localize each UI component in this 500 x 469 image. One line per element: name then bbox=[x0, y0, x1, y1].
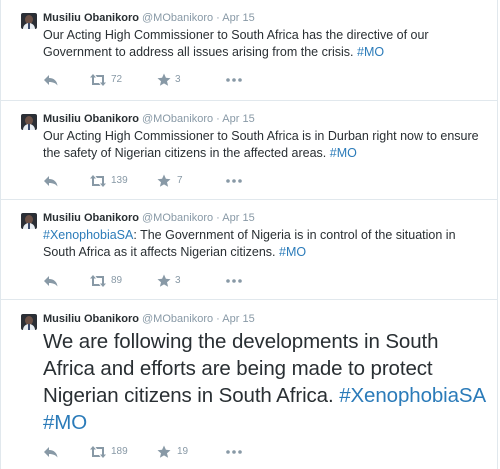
separator: · bbox=[216, 12, 220, 24]
tweet-header: Musiliu Obanikoro @MObanikoro · Apr 15 bbox=[43, 11, 255, 25]
reply-icon bbox=[44, 276, 58, 287]
timestamp[interactable]: Apr 15 bbox=[222, 212, 254, 224]
favorite-button[interactable] bbox=[157, 174, 171, 188]
hashtag-link[interactable]: #MO bbox=[357, 45, 384, 59]
tweet-timeline: Musiliu Obanikoro @MObanikoro · Apr 15 O… bbox=[0, 0, 498, 469]
tweet-text-body: Our Acting High Commissioner to South Af… bbox=[43, 129, 479, 160]
more-icon bbox=[226, 179, 242, 183]
avatar[interactable] bbox=[21, 213, 37, 229]
fullname[interactable]: Musiliu Obanikoro bbox=[43, 212, 139, 224]
tweet-text: #XenophobiaSA: The Government of Nigeria… bbox=[43, 227, 491, 261]
retweet-icon bbox=[90, 175, 106, 187]
favorite-button[interactable] bbox=[157, 445, 171, 459]
tweet[interactable]: Musiliu Obanikoro @MObanikoro · Apr 15 #… bbox=[1, 200, 497, 300]
timestamp[interactable]: Apr 15 bbox=[222, 12, 254, 24]
timestamp[interactable]: Apr 15 bbox=[222, 313, 254, 325]
reply-icon bbox=[44, 176, 58, 187]
more-button[interactable] bbox=[225, 73, 243, 87]
reply-button[interactable] bbox=[43, 274, 59, 288]
retweet-button[interactable] bbox=[89, 274, 107, 288]
avatar[interactable] bbox=[21, 114, 37, 130]
reply-button[interactable] bbox=[43, 73, 59, 87]
tweet-header: Musiliu Obanikoro @MObanikoro · Apr 15 bbox=[43, 211, 255, 225]
retweet-button[interactable] bbox=[89, 174, 107, 188]
avatar[interactable] bbox=[21, 314, 37, 330]
tweet-header: Musiliu Obanikoro @MObanikoro · Apr 15 bbox=[43, 112, 255, 126]
hashtag-link[interactable]: #MO bbox=[279, 245, 306, 259]
hashtag-link[interactable]: #XenophobiaSA bbox=[43, 228, 133, 242]
fullname[interactable]: Musiliu Obanikoro bbox=[43, 313, 139, 325]
retweet-icon bbox=[90, 446, 106, 458]
timestamp[interactable]: Apr 15 bbox=[222, 113, 254, 125]
username[interactable]: @MObanikoro bbox=[142, 12, 213, 24]
star-icon bbox=[157, 274, 171, 287]
tweet-text: We are following the developments in Sou… bbox=[43, 328, 491, 436]
favorite-count: 3 bbox=[175, 74, 181, 85]
favorite-count: 3 bbox=[175, 275, 181, 286]
reply-icon bbox=[44, 75, 58, 86]
tweet[interactable]: Musiliu Obanikoro @MObanikoro · Apr 15 O… bbox=[1, 101, 497, 200]
more-icon bbox=[226, 450, 242, 454]
separator: · bbox=[216, 113, 220, 125]
retweet-count: 189 bbox=[111, 446, 128, 457]
retweet-count: 139 bbox=[111, 175, 128, 186]
retweet-icon bbox=[90, 74, 106, 86]
username[interactable]: @MObanikoro bbox=[142, 313, 213, 325]
retweet-icon bbox=[90, 275, 106, 287]
tweet-header: Musiliu Obanikoro @MObanikoro · Apr 15 bbox=[43, 312, 255, 326]
fullname[interactable]: Musiliu Obanikoro bbox=[43, 113, 139, 125]
hashtag-link[interactable]: #MO bbox=[330, 146, 357, 160]
more-icon bbox=[226, 78, 242, 82]
hashtag-link[interactable]: #XenophobiaSA bbox=[339, 384, 485, 407]
avatar[interactable] bbox=[21, 13, 37, 29]
retweet-button[interactable] bbox=[89, 73, 107, 87]
tweet-text: Our Acting High Commissioner to South Af… bbox=[43, 27, 491, 61]
star-icon bbox=[157, 73, 171, 86]
more-button[interactable] bbox=[225, 174, 243, 188]
fullname[interactable]: Musiliu Obanikoro bbox=[43, 12, 139, 24]
retweet-button[interactable] bbox=[89, 445, 107, 459]
tweet[interactable]: Musiliu Obanikoro @MObanikoro · Apr 15 W… bbox=[1, 300, 497, 469]
username[interactable]: @MObanikoro bbox=[142, 212, 213, 224]
tweet-text: Our Acting High Commissioner to South Af… bbox=[43, 128, 491, 162]
star-icon bbox=[157, 445, 171, 458]
username[interactable]: @MObanikoro bbox=[142, 113, 213, 125]
favorite-count: 19 bbox=[177, 446, 189, 457]
reply-button[interactable] bbox=[43, 445, 59, 459]
star-icon bbox=[157, 174, 171, 187]
more-button[interactable] bbox=[225, 445, 243, 459]
retweet-count: 89 bbox=[111, 275, 123, 286]
favorite-count: 7 bbox=[177, 175, 183, 186]
tweet[interactable]: Musiliu Obanikoro @MObanikoro · Apr 15 O… bbox=[1, 0, 497, 101]
favorite-button[interactable] bbox=[157, 274, 171, 288]
separator: · bbox=[216, 212, 220, 224]
favorite-button[interactable] bbox=[157, 73, 171, 87]
more-icon bbox=[226, 279, 242, 283]
retweet-count: 72 bbox=[111, 74, 123, 85]
separator: · bbox=[216, 313, 220, 325]
hashtag-link[interactable]: #MO bbox=[43, 411, 87, 434]
reply-button[interactable] bbox=[43, 174, 59, 188]
reply-icon bbox=[44, 447, 58, 458]
more-button[interactable] bbox=[225, 274, 243, 288]
